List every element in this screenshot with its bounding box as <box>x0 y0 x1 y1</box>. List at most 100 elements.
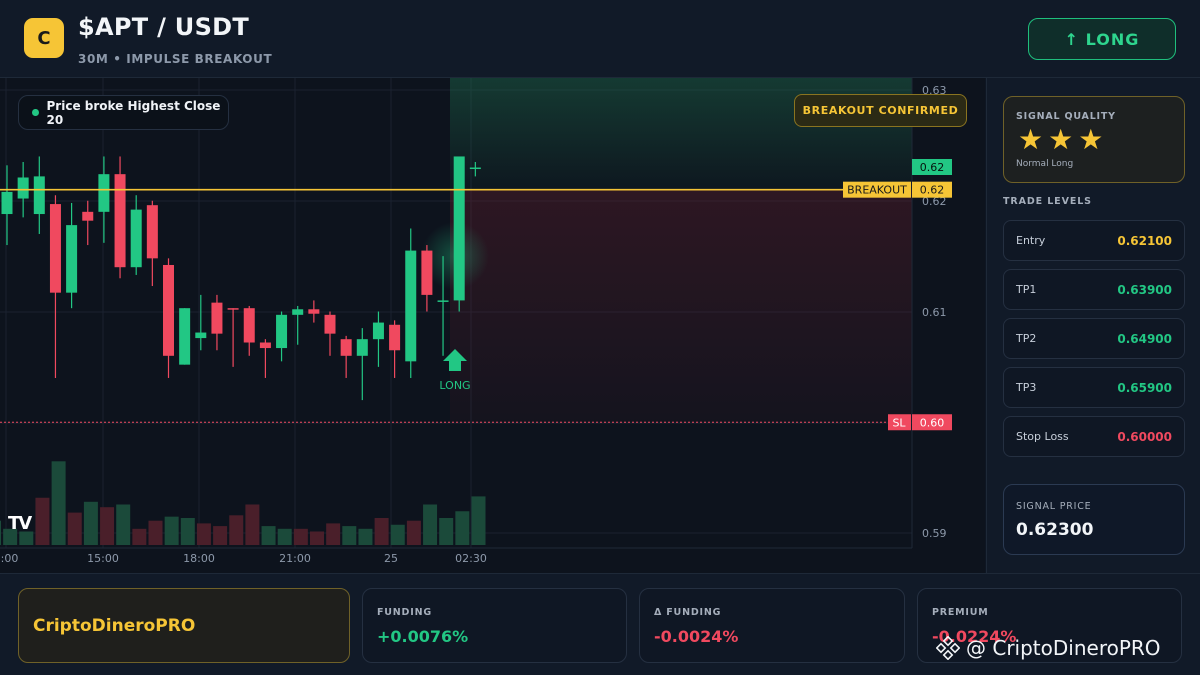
x-tick-label: 2:00 <box>0 552 18 565</box>
volume-bar <box>100 507 115 545</box>
volume-bar <box>293 528 308 545</box>
level-row-tp1: TP1 0.63900 <box>1003 269 1185 310</box>
level-value: 0.64900 <box>1117 331 1172 346</box>
candle-body <box>340 339 352 356</box>
volume-bar <box>277 528 292 545</box>
long-marker-label: LONG <box>439 379 470 392</box>
candle-body <box>98 174 110 212</box>
sl-label-text: SL <box>892 416 906 429</box>
volume-bar <box>471 496 486 545</box>
volume-bar <box>196 523 211 545</box>
x-tick-label: 15:00 <box>87 552 119 565</box>
y-tick-label: 0.61 <box>922 306 947 319</box>
candle-body <box>243 308 255 343</box>
candlestick-chart[interactable]: 0.630.620.610.590.62BREAKOUT 0.62SL 0.60LO… <box>0 78 985 573</box>
breakout-note: Price broke Highest Close 20 <box>18 95 229 130</box>
x-tick-label: 21:00 <box>279 552 311 565</box>
tradingview-logo-icon[interactable]: TV <box>8 513 46 534</box>
signal-quality-label: SIGNAL QUALITY <box>1016 111 1116 122</box>
x-tick-label: 02:30 <box>455 552 487 565</box>
volume-bar <box>439 518 454 545</box>
candle-body <box>292 309 304 315</box>
candle-body <box>49 204 61 293</box>
breakout-label-text: BREAKOUT <box>847 184 907 197</box>
volume-bar <box>0 520 1 545</box>
binance-square-icon <box>936 636 960 660</box>
volume-bar <box>326 523 341 545</box>
long-signal-button[interactable]: ↑ LONG <box>1028 18 1176 60</box>
watermark-text: @ CriptoDineroPRO <box>966 636 1161 660</box>
stat-value: +0.0076% <box>377 627 469 646</box>
signal-price-value: 0.62300 <box>1016 520 1094 540</box>
signal-price-label: SIGNAL PRICE <box>1016 501 1092 512</box>
volume-bar <box>342 526 357 545</box>
candle-body <box>453 156 465 301</box>
candle-body <box>227 308 239 310</box>
candle-body <box>211 302 223 334</box>
candle-body <box>195 332 207 339</box>
status-dot-icon <box>32 109 39 116</box>
stat-label: Δ FUNDING <box>654 607 722 618</box>
volume-bar <box>229 515 244 545</box>
candle-body <box>308 309 320 314</box>
sl-price-tag-text: 0.60 <box>920 416 945 429</box>
star-icon: ★ <box>1078 123 1104 156</box>
x-tick-label: 18:00 <box>183 552 215 565</box>
candle-body <box>372 322 384 340</box>
candle-body <box>130 209 142 268</box>
candle-body <box>324 314 336 334</box>
delta-funding-card: Δ FUNDING -0.0024% <box>639 588 905 663</box>
volume-bar <box>455 511 470 545</box>
quality-stars: ★ ★ ★ <box>1018 125 1103 155</box>
volume-bar <box>406 520 421 545</box>
volume-bar <box>51 461 66 545</box>
signal-quality-card: SIGNAL QUALITY ★ ★ ★ Normal Long <box>1003 96 1185 183</box>
header-bar: C $APT / USDT 30M • IMPULSE BREAKOUT ↑ L… <box>0 0 1200 78</box>
level-value: 0.62100 <box>1117 233 1172 248</box>
candle-body <box>469 167 481 170</box>
signal-panel: SIGNAL QUALITY ★ ★ ★ Normal Long TRADE L… <box>986 78 1200 573</box>
candle-body <box>1 191 13 215</box>
pair-title: $APT / USDT <box>78 13 250 41</box>
volume-bar <box>374 518 389 545</box>
candle-body <box>421 250 433 295</box>
candle-body <box>356 339 368 356</box>
watermark: @ CriptoDineroPRO <box>936 636 1161 660</box>
level-value: 0.63900 <box>1117 282 1172 297</box>
stop-loss-zone <box>450 189 912 423</box>
signal-price-card: SIGNAL PRICE 0.62300 <box>1003 484 1185 555</box>
stat-label: PREMIUM <box>932 607 989 618</box>
level-name: TP3 <box>1016 381 1037 394</box>
price-axis <box>912 78 985 573</box>
breakout-confirmed-badge: BREAKOUT CONFIRMED <box>794 94 967 127</box>
level-row-stop-loss: Stop Loss 0.60000 <box>1003 416 1185 457</box>
price-chart[interactable]: 0.63 0.62 0.61 0.59 0.62 BREAKOUT 0.62 SL 0.60 LO… <box>0 78 985 573</box>
candle-body <box>389 324 401 351</box>
volume-bar <box>180 518 195 545</box>
candle-body <box>82 211 94 221</box>
candle-body <box>259 342 271 349</box>
candle-body <box>66 225 78 293</box>
candle-body <box>163 264 174 356</box>
breakout-price-tag-text: 0.62 <box>920 184 945 197</box>
volume-bar <box>310 531 324 545</box>
volume-bar <box>261 526 276 545</box>
volume-bar <box>83 501 98 545</box>
level-value: 0.60000 <box>1117 429 1172 444</box>
candle-body <box>146 205 158 259</box>
timeframe-subtitle: 30M • IMPULSE BREAKOUT <box>78 52 273 66</box>
candle-body <box>276 314 288 349</box>
candle-body <box>405 250 417 362</box>
volume-bar <box>132 528 147 545</box>
volume-bar <box>67 512 82 545</box>
level-name: Stop Loss <box>1016 430 1069 443</box>
volume-bar <box>423 504 438 545</box>
level-name: TP1 <box>1016 283 1037 296</box>
level-name: TP2 <box>1016 332 1037 345</box>
volume-bar <box>148 520 163 545</box>
stat-label: FUNDING <box>377 607 432 618</box>
volume-bar <box>164 516 179 545</box>
quality-subtitle: Normal Long <box>1016 159 1074 169</box>
candle-body <box>179 308 191 365</box>
candle-body <box>33 176 45 215</box>
